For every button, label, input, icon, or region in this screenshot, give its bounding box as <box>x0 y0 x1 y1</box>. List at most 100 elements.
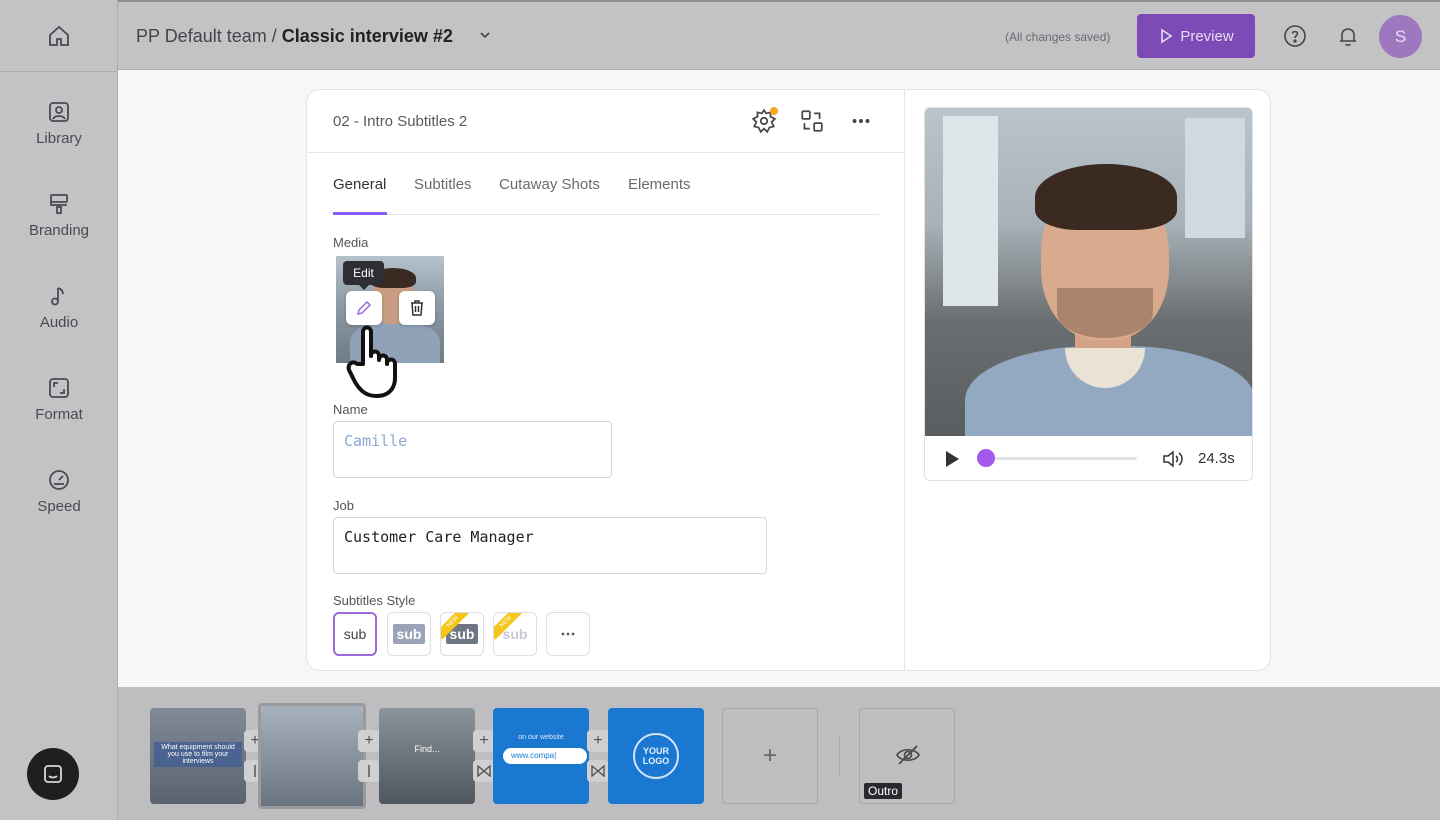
progress-knob[interactable] <box>977 449 995 467</box>
breadcrumb: PP Default team / Classic interview #2 <box>136 26 453 47</box>
breadcrumb-separator: / <box>266 26 282 46</box>
edit-tooltip: Edit <box>343 261 384 290</box>
duration: 24.3s <box>1198 450 1235 467</box>
play-outline-icon <box>1161 28 1173 44</box>
style-text: sub <box>392 624 426 644</box>
tab-cutaway-shots[interactable]: Cutaway Shots <box>499 176 600 193</box>
paint-roller-icon <box>50 194 68 214</box>
subtitles-style-label: Subtitles Style <box>333 593 416 608</box>
eye-off-icon <box>896 745 920 765</box>
style-option-plain[interactable]: sub <box>333 612 377 656</box>
style-option-dark-box[interactable]: NEW sub <box>440 612 484 656</box>
add-scene-button[interactable]: + <box>473 730 495 752</box>
timeline-divider <box>839 737 840 777</box>
sidebar-item-label: Library <box>36 130 82 147</box>
scene-title: 02 - Intro Subtitles 2 <box>333 113 468 130</box>
style-option-outline[interactable]: NEW sub <box>493 612 537 656</box>
scene-timeline: What equipment should you use to film yo… <box>118 687 1440 820</box>
sidebar-item-label: Format <box>35 406 83 423</box>
active-tab-indicator <box>333 212 387 215</box>
scene-thumbnail-5[interactable]: YOUR LOGO <box>608 708 704 804</box>
sidebar-item-label: Branding <box>28 222 90 239</box>
project-title[interactable]: Classic interview #2 <box>282 26 453 46</box>
transition-button[interactable] <box>358 760 380 782</box>
add-scene-tile[interactable]: + <box>722 708 818 804</box>
chat-button[interactable] <box>27 748 79 800</box>
user-avatar[interactable]: S <box>1379 15 1422 58</box>
sidebar: Library Branding Audio Format Speed <box>0 0 118 820</box>
scene-caption: What equipment should you use to film yo… <box>154 742 242 767</box>
more-styles-button[interactable] <box>546 612 590 656</box>
media-label: Media <box>333 235 369 250</box>
save-status: (All changes saved) <box>1005 30 1111 44</box>
bell-icon[interactable] <box>1336 24 1360 48</box>
scene-thumbnail-4[interactable]: on our website www.compa| <box>493 708 589 804</box>
sidebar-item-audio[interactable]: Audio <box>0 256 118 348</box>
home-icon <box>48 25 69 46</box>
player-controls: 24.3s <box>925 436 1252 480</box>
cut-transition-icon <box>368 765 370 777</box>
style-text: sub <box>343 626 367 642</box>
team-name[interactable]: PP Default team <box>136 26 267 46</box>
delete-media-button[interactable] <box>399 291 435 325</box>
video-frame[interactable] <box>925 108 1252 436</box>
scene-thumbnail-3[interactable]: Find... <box>379 708 475 804</box>
logo-placeholder: YOUR LOGO <box>633 733 679 779</box>
tab-general[interactable]: General <box>333 176 386 193</box>
music-note-icon <box>51 287 64 306</box>
edit-media-button[interactable] <box>346 291 382 325</box>
name-field[interactable]: Camille <box>333 421 612 478</box>
scene-caption: on our website <box>518 734 564 741</box>
video-preview: 24.3s <box>924 107 1253 481</box>
notification-dot <box>770 107 778 115</box>
tab-bar: General Subtitles Cutaway Shots Elements <box>333 176 879 215</box>
trash-icon <box>411 300 423 316</box>
sidebar-item-library[interactable]: Library <box>0 72 118 164</box>
style-option-box[interactable]: sub <box>387 612 431 656</box>
swap-scene-icon[interactable] <box>799 108 825 134</box>
scene-thumbnail-1[interactable]: What equipment should you use to film yo… <box>150 708 246 804</box>
main-area: 02 - Intro Subtitles 2 General Subtitles… <box>118 70 1440 687</box>
sidebar-item-label: Speed <box>37 498 81 515</box>
progress-track[interactable] <box>985 457 1137 460</box>
play-icon[interactable] <box>944 450 960 468</box>
chevron-down-icon[interactable] <box>478 28 492 42</box>
hand-pointer-icon <box>346 325 397 398</box>
volume-icon[interactable] <box>1162 449 1184 469</box>
name-label: Name <box>333 402 368 417</box>
top-bar: PP Default team / Classic interview #2 (… <box>118 0 1440 70</box>
bowtie-transition-icon <box>591 765 605 777</box>
pencil-icon <box>356 300 372 316</box>
transition-button[interactable] <box>473 760 495 782</box>
image-icon <box>49 102 69 122</box>
sidebar-item-format[interactable]: Format <box>0 348 118 440</box>
outro-tile[interactable]: Outro <box>859 708 955 804</box>
sidebar-item-branding[interactable]: Branding <box>0 164 118 256</box>
panel-header: 02 - Intro Subtitles 2 <box>307 90 904 153</box>
home-button[interactable] <box>0 0 117 72</box>
aspect-ratio-icon <box>49 378 69 398</box>
preview-button[interactable]: Preview <box>1137 14 1255 58</box>
tab-elements[interactable]: Elements <box>628 176 691 193</box>
add-scene-button[interactable]: + <box>587 730 609 752</box>
scene-editor-card: 02 - Intro Subtitles 2 General Subtitles… <box>306 89 1271 671</box>
speedometer-icon <box>49 470 69 490</box>
outro-label: Outro <box>864 783 903 799</box>
bowtie-transition-icon <box>477 765 491 777</box>
scene-thumbnail-2[interactable] <box>258 703 366 809</box>
scene-settings-panel: 02 - Intro Subtitles 2 General Subtitles… <box>307 90 905 670</box>
more-icon <box>561 632 575 636</box>
sidebar-item-label: Audio <box>39 314 79 331</box>
sidebar-item-speed[interactable]: Speed <box>0 440 118 532</box>
job-label: Job <box>333 498 354 513</box>
chat-icon <box>44 765 62 783</box>
more-icon[interactable] <box>848 108 874 134</box>
tab-subtitles[interactable]: Subtitles <box>414 176 472 193</box>
preview-label: Preview <box>1180 27 1234 45</box>
job-field[interactable]: Customer Care Manager <box>333 517 767 574</box>
scene-caption: Find... <box>414 744 440 754</box>
help-icon[interactable] <box>1283 24 1307 48</box>
transition-button[interactable] <box>587 760 609 782</box>
add-scene-button[interactable]: + <box>358 730 380 752</box>
url-bar: www.compa| <box>503 748 587 764</box>
